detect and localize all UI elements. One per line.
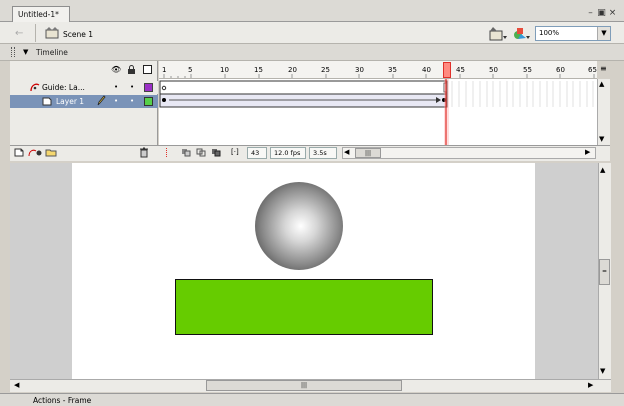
timeline-title: Timeline (36, 48, 68, 57)
frame-grid[interactable] (159, 79, 597, 145)
panel-gripper-icon[interactable] (11, 47, 15, 57)
scroll-left-arrow-icon[interactable]: ◀ (14, 381, 19, 389)
stage-vertical-scroll-thumb[interactable]: = (599, 259, 610, 285)
guide-visibility-dot[interactable]: • (114, 83, 118, 91)
insert-layer-folder-icon[interactable] (45, 148, 57, 157)
frame-cells (159, 79, 594, 145)
ruler-label: 1 (162, 66, 167, 74)
scroll-right-arrow-icon[interactable]: ▶ (585, 148, 590, 156)
ruler-label: 10 (220, 66, 229, 74)
layer-1-visibility-dot[interactable]: • (114, 97, 118, 105)
layer-1-lock-dot[interactable]: • (130, 97, 134, 105)
timeline-header (0, 44, 624, 61)
actions-panel-header[interactable] (0, 393, 624, 406)
scene-label: Scene 1 (63, 30, 94, 39)
divider (35, 24, 36, 42)
insert-layer-icon[interactable] (14, 148, 25, 157)
ruler-label: 25 (321, 66, 330, 74)
pencil-icon (96, 95, 106, 106)
layer-1-outline-color[interactable] (144, 97, 153, 106)
ruler-label: 35 (388, 66, 397, 74)
timeline-options-icon[interactable]: ≡ (600, 64, 607, 73)
onion-skin-icon[interactable] (181, 148, 191, 157)
gradient-ball[interactable] (255, 182, 343, 270)
outline-all-icon[interactable] (143, 65, 152, 74)
edit-scene-icon[interactable] (489, 26, 509, 42)
guide-lock-dot[interactable]: • (130, 83, 134, 91)
ruler-label: 55 (523, 66, 532, 74)
document-tab[interactable]: Untitled-1* (12, 6, 70, 22)
ruler-label: 60 (556, 66, 565, 74)
layer-icon (42, 97, 52, 106)
layer-1-name[interactable]: Layer 1 (56, 97, 84, 106)
actions-panel-title[interactable]: Actions - Frame (33, 396, 91, 405)
back-arrow-icon[interactable]: ← (15, 28, 23, 39)
ruler-label: 45 (456, 66, 465, 74)
close-icon[interactable]: × (608, 9, 617, 18)
collapse-triangle-icon[interactable]: ▼ (23, 48, 28, 56)
scroll-up-arrow-icon[interactable]: ▲ (599, 80, 604, 88)
ruler-label: 40 (422, 66, 431, 74)
guide-layer-name[interactable]: Guide: La... (42, 83, 85, 92)
guide-outline-color[interactable] (144, 83, 153, 92)
ruler-label: 20 (288, 66, 297, 74)
scroll-down-arrow-icon[interactable]: ▼ (600, 367, 605, 375)
onion-skin-outlines-icon[interactable] (196, 148, 206, 157)
scroll-down-arrow-icon[interactable]: ▼ (599, 135, 604, 143)
chevron-down-icon[interactable]: ▼ (597, 27, 610, 40)
edit-multiple-frames-icon[interactable] (211, 148, 221, 157)
modify-onion-markers-icon[interactable]: [·] (231, 148, 239, 156)
document-tab-bar (0, 0, 624, 22)
edit-symbols-icon[interactable] (512, 26, 532, 42)
delete-layer-icon[interactable] (139, 147, 149, 158)
timeline-scroll-thumb[interactable]: ||| (355, 148, 381, 158)
ruler-label: 15 (254, 66, 263, 74)
scroll-up-arrow-icon[interactable]: ▲ (600, 166, 605, 174)
ruler-label: 50 (489, 66, 498, 74)
elapsed-time-field: 3.5s (309, 147, 337, 159)
scroll-right-arrow-icon[interactable]: ▶ (588, 381, 593, 389)
lock-all-icon[interactable] (127, 65, 136, 74)
minimize-icon[interactable]: – (586, 9, 595, 18)
stage-horizontal-scroll-thumb[interactable]: ||| (206, 380, 402, 391)
current-frame-field: 43 (247, 147, 267, 159)
ruler-label: 5 (188, 66, 193, 74)
motion-guide-icon (30, 82, 40, 92)
restore-icon[interactable]: ▣ (597, 9, 606, 18)
add-motion-guide-icon[interactable] (28, 148, 42, 157)
frame-rate-field[interactable]: 12.0 fps (270, 147, 306, 159)
center-frame-icon[interactable] (166, 148, 171, 157)
scroll-left-arrow-icon[interactable]: ◀ (344, 148, 349, 156)
scene-icon (45, 27, 59, 39)
green-rectangle[interactable] (175, 279, 433, 335)
left-gutter (0, 163, 10, 393)
playhead[interactable] (443, 62, 451, 78)
ruler-label: 65 (588, 66, 597, 74)
show-hide-all-icon[interactable]: 👁 (111, 65, 121, 74)
ruler-label: 30 (355, 66, 364, 74)
